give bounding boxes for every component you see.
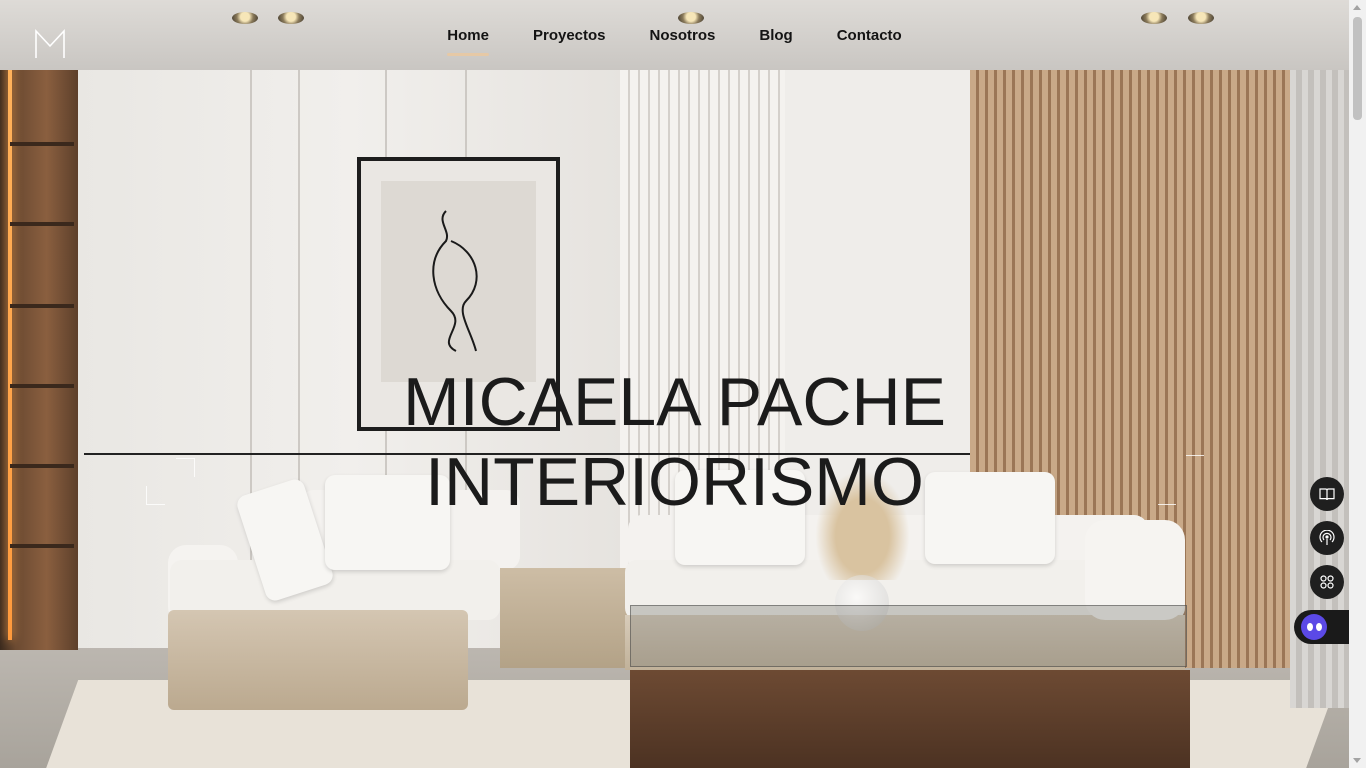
glass-table-top <box>630 605 1187 667</box>
nav-home[interactable]: Home <box>447 27 489 56</box>
broadcast-icon <box>1319 530 1335 545</box>
apps-button[interactable] <box>1310 565 1344 599</box>
book-icon <box>1319 488 1335 501</box>
grid-icon <box>1320 575 1334 589</box>
hero-title-line-2: INTERIORISMO <box>425 444 924 520</box>
scroll-up-arrow[interactable] <box>1353 5 1361 10</box>
hero-title: MICAELA PACHE INTERIORISMO <box>0 362 1349 522</box>
audio-button[interactable] <box>1310 521 1344 555</box>
scroll-thumb[interactable] <box>1353 17 1362 120</box>
nav-nosotros[interactable]: Nosotros <box>650 27 716 44</box>
nav-proyectos[interactable]: Proyectos <box>533 27 606 44</box>
line-art-figure <box>432 210 478 352</box>
chat-bot-icon <box>1301 614 1327 640</box>
vertical-scrollbar[interactable] <box>1349 0 1366 768</box>
side-table <box>500 568 628 668</box>
nav-contacto[interactable]: Contacto <box>837 27 902 44</box>
nav-blog[interactable]: Blog <box>759 27 792 44</box>
coffee-table <box>630 670 1190 768</box>
main-nav: Home Proyectos Nosotros Blog Contacto <box>0 27 1349 56</box>
reader-button[interactable] <box>1310 477 1344 511</box>
sofa-left <box>168 610 468 710</box>
chat-widget-button[interactable] <box>1294 610 1349 644</box>
scroll-down-arrow[interactable] <box>1353 758 1361 763</box>
hero-title-line-1: MICAELA PACHE <box>403 364 946 440</box>
